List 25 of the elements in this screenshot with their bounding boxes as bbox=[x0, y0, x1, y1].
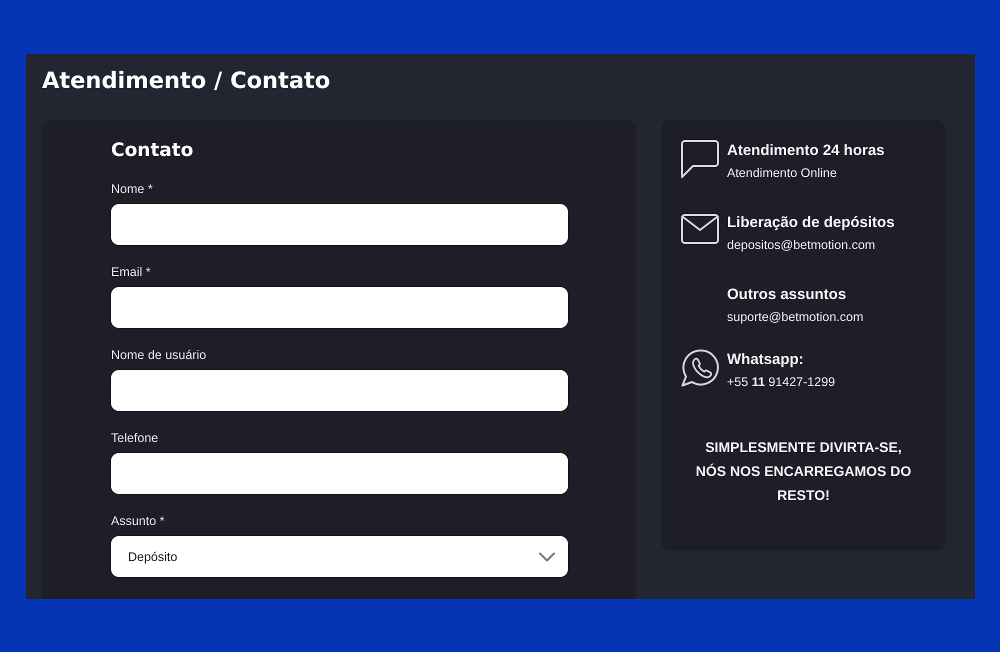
input-field[interactable] bbox=[111, 370, 568, 411]
form-heading: Contato bbox=[111, 139, 194, 163]
input-field[interactable] bbox=[111, 287, 568, 328]
field-label: Email * bbox=[111, 264, 151, 280]
slogan-text: SIMPLESMENTE DIVIRTA-SE, NÓS NOS ENCARREGAMOS DO RESTO! bbox=[694, 438, 912, 505]
field-label: Assunto * bbox=[111, 513, 165, 529]
speech-bubble-icon bbox=[681, 140, 719, 178]
contact-detail: depositos@betmotion.com bbox=[727, 237, 876, 253]
field-label: Telefone bbox=[111, 430, 158, 446]
select-field[interactable]: Depósito bbox=[111, 536, 568, 577]
contact-title: Whatsapp: bbox=[727, 350, 804, 370]
contact-title: Outros assuntos bbox=[727, 285, 846, 305]
contact-detail: Atendimento Online bbox=[727, 165, 837, 181]
page-title: Atendimento / Contato bbox=[42, 67, 330, 96]
field-label: Nome de usuário bbox=[111, 347, 206, 363]
input-field[interactable] bbox=[111, 204, 568, 245]
chevron-down-icon bbox=[539, 552, 555, 562]
field-label: Nome * bbox=[111, 181, 153, 197]
contact-detail: +55 11 91427-1299 bbox=[727, 374, 836, 390]
contact-title: Atendimento 24 horas bbox=[727, 141, 885, 161]
contact-title: Liberação de depósitos bbox=[727, 213, 895, 233]
contact-detail: suporte@betmotion.com bbox=[727, 309, 864, 325]
input-field[interactable] bbox=[111, 453, 568, 494]
envelope-icon bbox=[681, 214, 719, 244]
phone-bubble-icon bbox=[681, 349, 719, 387]
